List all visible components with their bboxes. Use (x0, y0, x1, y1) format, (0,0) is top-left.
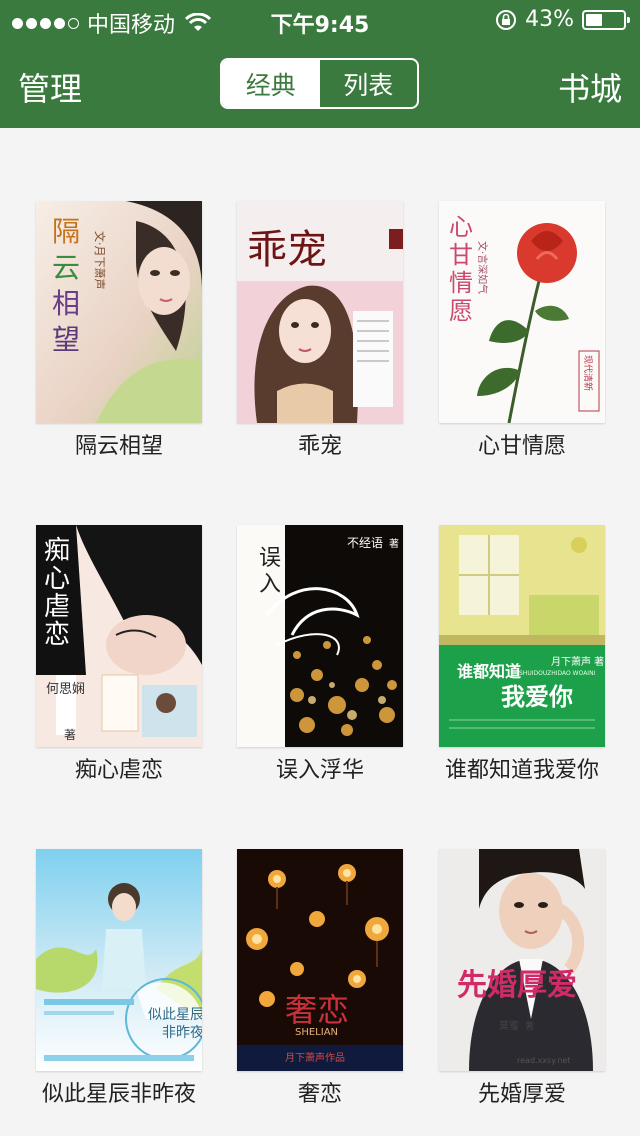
book-item[interactable]: 先婚厚爱 莫蜜 著 read.xxsy.net 先婚厚爱 (439, 849, 605, 1109)
book-title[interactable]: 先婚厚爱 (439, 1081, 605, 1109)
cover-author: 何思娴 (46, 681, 85, 697)
status-bar: 中国移动 下午9:45 43% (0, 0, 640, 40)
book-cover[interactable]: 痴 心 虐 恋 何思娴 著 (36, 525, 202, 747)
cover-tag: 现代清新 (582, 355, 594, 391)
book-item[interactable]: 隔 云 相 望 文·月下萧声 隔云相望 (36, 201, 202, 461)
bookshelf-grid: 隔 云 相 望 文·月下萧声 隔云相望 乖宠 乖宠 心 甘 情 愿 文·言深如气… (0, 128, 640, 1136)
cover-title-char: 情 (449, 269, 473, 297)
cover-title-char: 心 (449, 213, 473, 241)
cover-title-char: 误 (259, 546, 281, 571)
cover-author: 月下萧声 著 (551, 655, 604, 668)
book-title[interactable]: 奢恋 (237, 1081, 403, 1109)
cover-title-char: 相 (52, 287, 80, 320)
book-cover[interactable]: 先婚厚爱 莫蜜 著 read.xxsy.net (439, 849, 605, 1071)
cover-title-char: 云 (52, 251, 80, 284)
cover-author: 不经语 (347, 536, 383, 550)
cover-pinyin: SHUIDOUZHIDAO WOAINI (519, 670, 596, 677)
book-item[interactable]: 乖宠 乖宠 (237, 201, 403, 461)
cover-title-char: 望 (52, 323, 80, 356)
book-title[interactable]: 似此星辰非昨夜 (36, 1081, 202, 1109)
cover-title-line1: 似此星辰 (148, 1007, 202, 1023)
cover-title-char: 甘 (449, 241, 473, 269)
cover-author: 文·月下萧声 (93, 231, 107, 290)
book-item[interactable]: 心 甘 情 愿 文·言深如气 现代清新 心甘情愿 (439, 201, 605, 461)
cover-author-suffix: 著 (525, 1020, 534, 1032)
book-title[interactable]: 隔云相望 (36, 433, 202, 461)
book-cover[interactable]: 月下萧声 著 谁都知道 我爱你 SHUIDOUZHIDAO WOAINI (439, 525, 605, 747)
cover-title-char: 隔 (52, 215, 80, 248)
battery-percent: 43% (525, 7, 574, 32)
cover-title-char: 虐 (44, 592, 70, 622)
book-cover[interactable]: 似此星辰 非昨夜 (36, 849, 202, 1071)
cover-title-char: 入 (259, 572, 281, 597)
book-cover[interactable]: 乖宠 (237, 201, 403, 423)
cover-title: 奢恋 (285, 991, 349, 1029)
rotation-lock-icon (496, 9, 517, 30)
bookstore-button[interactable]: 书城 (558, 64, 622, 110)
cover-title-char: 愿 (449, 297, 473, 325)
cover-title-line2: 非昨夜 (162, 1025, 202, 1041)
book-title[interactable]: 心甘情愿 (439, 433, 605, 461)
top-header: 中国移动 下午9:45 43% 管理 经典 列表 书城 (0, 0, 640, 128)
cover-author: 文·言深如气 (476, 241, 489, 294)
book-title[interactable]: 乖宠 (237, 433, 403, 461)
cover-author: 莫蜜 (499, 1019, 519, 1032)
cover-site: read.xxsy.net (517, 1056, 570, 1065)
cover-title-char: 心 (44, 564, 70, 594)
tab-list[interactable]: 列表 (320, 60, 418, 107)
book-title[interactable]: 谁都知道我爱你 (439, 757, 605, 785)
tab-classic[interactable]: 经典 (222, 60, 320, 107)
book-cover[interactable]: 隔 云 相 望 文·月下萧声 (36, 201, 202, 423)
cover-author-suffix: 著 (64, 728, 76, 742)
book-item[interactable]: 误 入 不经语 著 误入浮华 (237, 525, 403, 785)
cover-title-char: 痴 (44, 536, 70, 566)
manage-button[interactable]: 管理 (18, 64, 82, 110)
battery-icon (582, 9, 630, 30)
view-mode-segment: 经典 列表 (220, 58, 419, 109)
cover-pinyin: SHELIAN (295, 1027, 338, 1038)
cover-author: 月下萧声作品 (285, 1051, 345, 1064)
book-cover[interactable]: 奢恋 SHELIAN 月下萧声作品 (237, 849, 403, 1071)
cover-author-suffix: 著 (389, 537, 399, 550)
book-item[interactable]: 奢恋 SHELIAN 月下萧声作品 奢恋 (237, 849, 403, 1109)
book-cover[interactable]: 误 入 不经语 著 (237, 525, 403, 747)
cover-title-line1: 谁都知道 (457, 662, 521, 681)
book-item[interactable]: 痴 心 虐 恋 何思娴 著 痴心虐恋 (36, 525, 202, 785)
book-cover[interactable]: 心 甘 情 愿 文·言深如气 现代清新 (439, 201, 605, 423)
book-title[interactable]: 痴心虐恋 (36, 757, 202, 785)
cover-title: 乖宠 (247, 227, 327, 273)
cover-title-char: 恋 (44, 620, 70, 650)
cover-title: 先婚厚爱 (457, 968, 577, 1003)
book-item[interactable]: 似此星辰 非昨夜 似此星辰非昨夜 (36, 849, 202, 1109)
book-item[interactable]: 月下萧声 著 谁都知道 我爱你 SHUIDOUZHIDAO WOAINI 谁都知… (439, 525, 605, 785)
cover-title-line2: 我爱你 (501, 683, 573, 711)
book-title[interactable]: 误入浮华 (237, 757, 403, 785)
